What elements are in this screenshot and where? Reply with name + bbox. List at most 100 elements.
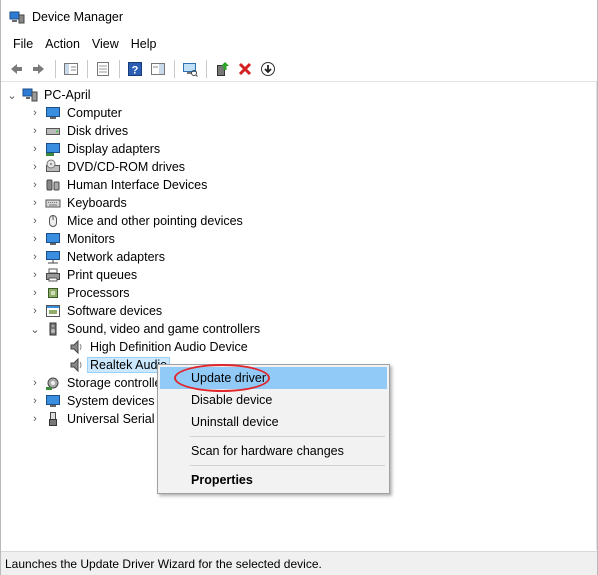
tree-item-usb[interactable]: › Universal Serial B <box>28 410 168 428</box>
forward-icon[interactable] <box>28 58 50 80</box>
tree-item-hd-audio[interactable]: High Definition Audio Device <box>65 338 250 356</box>
chevron-right-icon[interactable]: › <box>28 122 42 140</box>
usb-icon <box>45 411 61 427</box>
software-device-icon <box>45 303 61 319</box>
tree-item-label: Processors <box>67 286 130 300</box>
status-bar: Launches the Update Driver Wizard for th… <box>1 551 597 575</box>
tree-item-label: Display adapters <box>67 142 161 156</box>
disk-drive-icon <box>45 123 61 139</box>
disable-device-menu-item[interactable]: Disable device <box>160 389 387 411</box>
help-icon[interactable]: ? <box>124 58 146 80</box>
tree-item-label: Sound, video and game controllers <box>67 322 261 336</box>
processor-icon <box>45 285 61 301</box>
tree-item-label: Print queues <box>67 268 138 282</box>
chevron-right-icon[interactable]: › <box>28 374 42 392</box>
scan-hardware-menu-item[interactable]: Scan for hardware changes <box>160 440 387 462</box>
menu-file[interactable]: File <box>7 34 39 54</box>
context-menu: Update driver Disable device Uninstall d… <box>157 364 390 494</box>
chevron-right-icon[interactable]: › <box>28 230 42 248</box>
keyboard-icon <box>45 195 61 211</box>
tree-item-label: Network adapters <box>67 250 165 264</box>
toolbar-separator <box>87 59 88 78</box>
tree-item-network-adapters[interactable]: › Network adapters <box>28 248 167 266</box>
tree-item-software-devices[interactable]: › Software devices <box>28 302 164 320</box>
scan-hardware-icon[interactable] <box>179 58 201 80</box>
speaker-icon <box>68 339 84 355</box>
chevron-right-icon[interactable]: › <box>28 410 42 428</box>
chevron-right-icon[interactable]: › <box>28 158 42 176</box>
chevron-right-icon[interactable]: › <box>28 194 42 212</box>
printer-icon <box>45 267 61 283</box>
tree-item-system-devices[interactable]: › System devices <box>28 392 157 410</box>
menu-bar: File Action View Help <box>1 34 597 54</box>
uninstall-device-menu-item[interactable]: Uninstall device <box>160 411 387 433</box>
chevron-right-icon[interactable]: › <box>28 212 42 230</box>
tree-item-print-queues[interactable]: › Print queues <box>28 266 139 284</box>
monitor-icon <box>45 231 61 247</box>
tree-item-computer[interactable]: › Computer <box>28 104 124 122</box>
back-icon[interactable] <box>5 58 27 80</box>
chevron-right-icon[interactable]: › <box>28 176 42 194</box>
pane-edge <box>596 82 597 550</box>
tree-item-label: Keyboards <box>67 196 127 210</box>
chevron-right-icon[interactable]: › <box>28 266 42 284</box>
tree-item-realtek-audio[interactable]: Realtek Audio <box>65 356 171 374</box>
network-adapter-icon <box>45 249 61 265</box>
chevron-right-icon[interactable]: › <box>28 104 42 122</box>
chevron-right-icon[interactable]: › <box>28 248 42 266</box>
show-hide-tree-icon[interactable] <box>60 58 82 80</box>
window-title: Device Manager <box>32 10 124 24</box>
tree-item-hid[interactable]: › Human Interface Devices <box>28 176 209 194</box>
chevron-right-icon[interactable]: › <box>28 302 42 320</box>
menu-separator <box>190 465 385 466</box>
menu-view[interactable]: View <box>86 34 125 54</box>
system-device-icon <box>45 393 61 409</box>
chevron-right-icon[interactable]: › <box>28 140 42 158</box>
update-driver-menu-item[interactable]: Update driver <box>160 367 387 389</box>
tree-item-label: Storage controlle <box>67 376 162 390</box>
tree-item-label: DVD/CD-ROM drives <box>67 160 186 174</box>
tree-item-label: Software devices <box>67 304 163 318</box>
properties-icon[interactable] <box>92 58 114 80</box>
hid-icon <box>45 177 61 193</box>
svg-text:?: ? <box>132 64 139 76</box>
tree-item-mice[interactable]: › Mice and other pointing devices <box>28 212 245 230</box>
chevron-right-icon[interactable]: › <box>28 392 42 410</box>
properties-menu-item[interactable]: Properties <box>160 469 387 491</box>
toolbar-separator <box>55 59 56 78</box>
tree-item-label: High Definition Audio Device <box>90 340 248 354</box>
tree-item-monitors[interactable]: › Monitors <box>28 230 117 248</box>
tree-item-label: System devices <box>67 394 155 408</box>
tree-item-storage-controllers[interactable]: › Storage controlle <box>28 374 164 392</box>
toolbar-separator <box>174 59 175 78</box>
tree-item-display-adapters[interactable]: › Display adapters <box>28 140 162 158</box>
speaker-icon <box>45 321 61 337</box>
tree-item-label: Universal Serial B <box>67 412 167 426</box>
update-driver-icon[interactable] <box>211 58 233 80</box>
tree-item-processors[interactable]: › Processors <box>28 284 132 302</box>
tree-root[interactable]: ⌄ PC-April <box>5 86 93 104</box>
toolbar-separator <box>119 59 120 78</box>
mouse-icon <box>45 213 61 229</box>
computer-icon <box>45 105 61 121</box>
menu-help[interactable]: Help <box>125 34 163 54</box>
tree-item-disk-drives[interactable]: › Disk drives <box>28 122 130 140</box>
menu-separator <box>190 436 385 437</box>
tree-item-dvd-cd-rom[interactable]: › DVD/CD-ROM drives <box>28 158 187 176</box>
tree-item-label: Mice and other pointing devices <box>67 214 243 228</box>
chevron-down-icon[interactable]: ⌄ <box>5 86 19 104</box>
menu-action[interactable]: Action <box>39 34 86 54</box>
action-pane-icon[interactable] <box>147 58 169 80</box>
chevron-down-icon[interactable]: ⌄ <box>28 320 42 338</box>
title-bar: Device Manager <box>1 0 597 34</box>
chevron-right-icon[interactable]: › <box>28 284 42 302</box>
device-manager-icon <box>9 9 25 25</box>
tree-item-sound[interactable]: ⌄ Sound, video and game controllers <box>28 320 262 338</box>
disable-icon[interactable] <box>257 58 279 80</box>
status-text: Launches the Update Driver Wizard for th… <box>5 556 322 571</box>
dvd-drive-icon <box>45 159 61 175</box>
tree-item-label: Monitors <box>67 232 115 246</box>
storage-controller-icon <box>45 375 61 391</box>
uninstall-icon[interactable] <box>234 58 256 80</box>
tree-item-keyboards[interactable]: › Keyboards <box>28 194 129 212</box>
